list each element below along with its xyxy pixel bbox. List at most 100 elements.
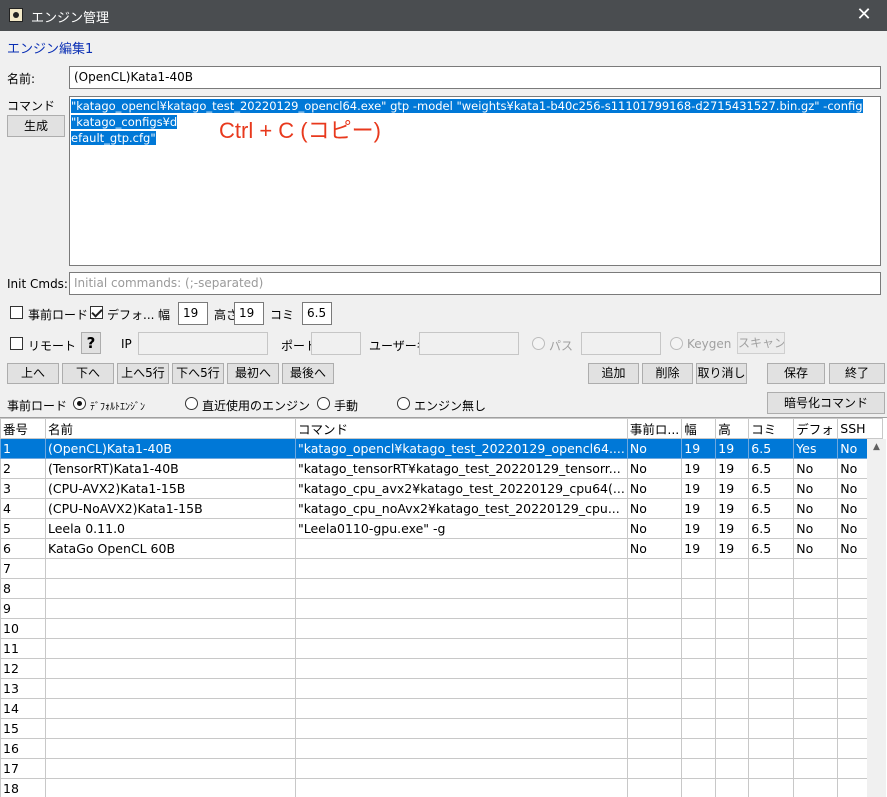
table-row[interactable]: 13 [0, 678, 884, 699]
table-row[interactable]: 15 [0, 718, 884, 739]
encrypt-command-button[interactable]: 暗号化コマンド [767, 392, 885, 414]
preload-manual-radio[interactable] [317, 397, 330, 410]
copy-annotation: Ctrl + C (コピー) [219, 118, 381, 143]
height-input[interactable]: 19 [234, 302, 264, 325]
move-up-button[interactable]: 上へ [7, 363, 59, 384]
table-cell [715, 558, 750, 579]
table-row[interactable]: 6 KataGo OpenCL 60B No 19 19 6.5 No No [0, 538, 884, 559]
preload-manual-label: 手動 [334, 399, 359, 413]
table-cell: 7 [0, 558, 46, 579]
init-cmds-label: Init Cmds: [7, 277, 68, 291]
table-cell [748, 678, 795, 699]
port-input[interactable] [311, 332, 361, 355]
move-down-button[interactable]: 下へ [62, 363, 114, 384]
table-row[interactable]: 17 [0, 758, 884, 779]
table-cell: 19 [681, 498, 717, 519]
width-input[interactable]: 19 [178, 302, 208, 325]
header-komi[interactable]: コミ [748, 418, 795, 439]
table-scrollbar[interactable]: ▲ [867, 439, 886, 797]
preload-recent-radio[interactable] [185, 397, 198, 410]
table-row[interactable]: 9 [0, 598, 884, 619]
close-icon[interactable]: ✕ [841, 0, 887, 31]
table-cell: (TensorRT)Kata1-40B [45, 458, 296, 479]
password-input[interactable] [581, 332, 661, 355]
move-first-button[interactable]: 最初へ [227, 363, 279, 384]
table-row[interactable]: 4 (CPU-NoAVX2)Kata1-15B "katago_cpu_noAvx2… [0, 498, 884, 519]
table-cell [793, 758, 839, 779]
header-width[interactable]: 幅 [681, 418, 717, 439]
header-ssh[interactable]: SSH [837, 418, 884, 439]
table-cell: 19 [681, 538, 717, 559]
table-row[interactable]: 1 (OpenCL)Kata1-40B "katago_opencl¥katago_… [0, 438, 884, 459]
table-cell: 8 [0, 578, 46, 599]
table-row[interactable]: 12 [0, 658, 884, 679]
default-checkbox[interactable] [90, 306, 103, 319]
table-cell [793, 698, 839, 719]
width-label: 幅 [158, 308, 171, 322]
ip-label: IP [121, 337, 132, 351]
preload-none-radio[interactable] [397, 397, 410, 410]
preload-none-label: エンジン無し [414, 399, 487, 413]
default-label: デフォ... [107, 308, 155, 322]
generate-button[interactable]: 生成 [7, 115, 65, 137]
table-row[interactable]: 10 [0, 618, 884, 639]
exit-button[interactable]: 終了 [829, 363, 885, 384]
move-down-5-button[interactable]: 下へ5行 [172, 363, 224, 384]
preload-default-radio[interactable] [73, 397, 86, 410]
table-cell [45, 638, 296, 659]
table-row[interactable]: 7 [0, 558, 884, 579]
ip-input[interactable] [138, 332, 268, 355]
move-last-button[interactable]: 最後へ [282, 363, 334, 384]
table-row[interactable]: 3 (CPU-AVX2)Kata1-15B "katago_cpu_avx2¥kat… [0, 478, 884, 499]
table-row[interactable]: 16 [0, 738, 884, 759]
help-button[interactable]: ? [81, 332, 101, 354]
table-cell: 19 [681, 458, 717, 479]
table-cell [295, 678, 628, 699]
table-cell [793, 598, 839, 619]
move-up-5-button[interactable]: 上へ5行 [117, 363, 169, 384]
table-cell [295, 618, 628, 639]
header-height[interactable]: 高 [715, 418, 750, 439]
cancel-button[interactable]: 取り消し [696, 363, 747, 384]
add-button[interactable]: 追加 [588, 363, 639, 384]
table-row[interactable]: 11 [0, 638, 884, 659]
table-row[interactable]: 14 [0, 698, 884, 719]
header-default[interactable]: デフォ [793, 418, 839, 439]
table-cell [45, 598, 296, 619]
table-cell: 18 [0, 778, 46, 797]
header-command[interactable]: コマンド [295, 418, 628, 439]
table-row[interactable]: 2 (TensorRT)Kata1-40B "katago_tensorRT¥kat… [0, 458, 884, 479]
delete-button[interactable]: 削除 [642, 363, 693, 384]
header-number[interactable]: 番号 [0, 418, 46, 439]
preload-checkbox[interactable] [10, 306, 23, 319]
table-cell [715, 738, 750, 759]
remote-checkbox[interactable] [10, 337, 23, 350]
scroll-up-icon[interactable]: ▲ [867, 439, 886, 456]
keygen-radio[interactable] [670, 337, 683, 350]
preload-label: 事前ロード [28, 308, 89, 322]
table-cell [793, 618, 839, 639]
init-cmds-input[interactable]: Initial commands: (;-separated) [69, 272, 881, 295]
table-row[interactable]: 8 [0, 578, 884, 599]
table-row[interactable]: 5 Leela 0.11.0 "Leela0110-gpu.exe" -g No 19 1… [0, 518, 884, 539]
table-cell: 2 [0, 458, 46, 479]
engine-table[interactable]: 番号 名前 コマンド 事前ロ... 幅高コミ デフォ SSH 1 (OpenCL)Kata1-… [0, 417, 887, 797]
table-cell: 6.5 [748, 538, 795, 559]
table-cell [626, 558, 683, 579]
table-row[interactable]: 18 [0, 778, 884, 797]
header-preload[interactable]: 事前ロ... [626, 418, 683, 439]
table-cell [45, 558, 296, 579]
table-cell: 5 [0, 518, 46, 539]
scan-button[interactable]: スキャン [737, 332, 785, 354]
table-cell [793, 778, 839, 797]
user-input[interactable] [419, 332, 519, 355]
save-button[interactable]: 保存 [767, 363, 825, 384]
table-cell [45, 718, 296, 739]
command-textarea[interactable]: "katago_opencl¥katago_test_20220129_open… [69, 96, 881, 266]
komi-input[interactable]: 6.5 [302, 302, 332, 325]
password-radio[interactable] [532, 337, 545, 350]
header-name[interactable]: 名前 [45, 418, 296, 439]
table-cell: 19 [681, 438, 717, 459]
name-input[interactable]: (OpenCL)Kata1-40B [69, 66, 881, 89]
name-label: 名前: [7, 72, 36, 86]
